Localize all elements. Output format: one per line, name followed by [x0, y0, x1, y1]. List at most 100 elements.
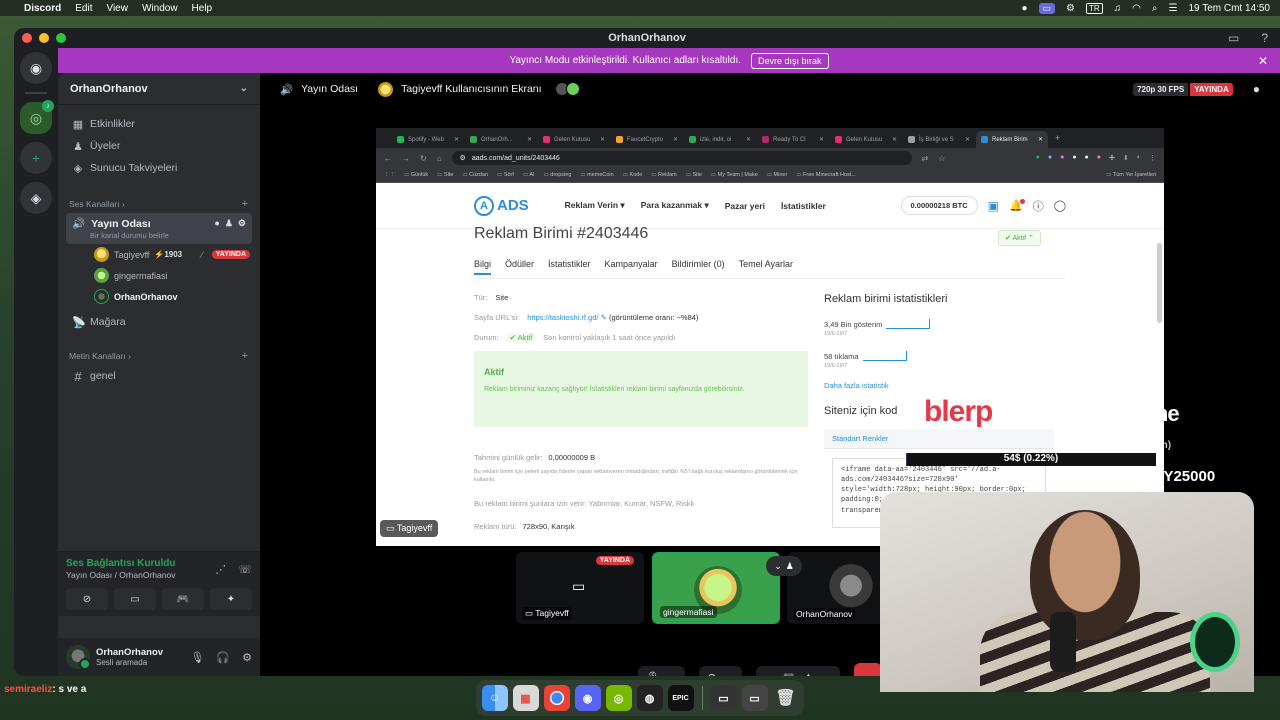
close-tab-icon[interactable]: ✕ [527, 136, 532, 143]
channel-status[interactable]: Bir kanal durumu belirle [72, 231, 246, 240]
nav-advertise[interactable]: Reklam Verin ▾ [565, 200, 625, 211]
voice-user-orhanorhanov[interactable]: OrhanOrhanov [58, 286, 260, 307]
chevron-down-icon[interactable]: ⌄ [724, 671, 733, 677]
menu-app-discord[interactable]: Discord [24, 3, 61, 14]
browser-tab[interactable]: FaucetCrypto ✕ [611, 131, 683, 148]
wifi-icon[interactable]: ◠ [1132, 3, 1141, 14]
extension-icon[interactable]: ● [1072, 154, 1076, 162]
browser-tab[interactable]: İş Birliği ve S ✕ [903, 131, 975, 148]
menu-help[interactable]: Help [192, 3, 213, 14]
discover-icon[interactable]: ◈ [20, 182, 52, 214]
browser-tab[interactable]: Gelen Kutusu ✕ [538, 131, 610, 148]
user-avatar[interactable] [66, 645, 91, 670]
extension-icon[interactable]: ● [1036, 154, 1040, 162]
live-badge[interactable]: YAYINDA [211, 250, 250, 259]
menu-edit[interactable]: Edit [75, 3, 92, 14]
tab-basic-settings[interactable]: Temel Ayarlar [739, 259, 793, 275]
close-tab-icon[interactable]: ✕ [454, 136, 459, 143]
headphones-icon[interactable]: ♫ [1114, 3, 1122, 14]
activity-icon[interactable]: 🎮 [782, 671, 796, 677]
menubar-clock[interactable]: 19 Tem Cmt 14:50 [1188, 3, 1270, 14]
disable-streamer-mode-button[interactable]: Devre dışı bırak [751, 52, 829, 69]
disconnect-button[interactable] [853, 663, 882, 676]
add-voice-channel-icon[interactable]: + [242, 198, 248, 210]
browser-tab[interactable]: Ready To Cl ✕ [757, 131, 829, 148]
bookmark-item[interactable]: Günlük [404, 172, 428, 178]
edit-pencil-icon[interactable]: ✎ [601, 313, 607, 322]
browser-tab[interactable]: Gelen Kutusu ✕ [830, 131, 902, 148]
nav-events[interactable]: ▦ Etkinlikler [66, 113, 252, 135]
browser-menu-icon[interactable]: ⋮ [1149, 154, 1156, 162]
back-icon[interactable]: ← [384, 154, 392, 163]
wallet-icon[interactable]: ▣ [988, 199, 999, 213]
shared-screen-browser[interactable]: Spotify - Web ✕ OrhanOrh... ✕ Gelen Kutusu… [376, 128, 1164, 546]
user-name[interactable]: OrhanOrhanov [96, 647, 163, 658]
disconnect-icon[interactable]: ☏ [238, 563, 252, 576]
add-server-icon[interactable]: + [20, 142, 52, 174]
bookmark-item[interactable]: AI [523, 172, 534, 178]
chrome-icon[interactable] [543, 685, 570, 711]
bookmark-item[interactable]: memeCoin [580, 172, 614, 178]
stage-channel-magara[interactable]: 📡 Mağara [66, 311, 252, 333]
btc-balance[interactable]: 0.00000218 BTC [900, 196, 978, 215]
tab-notifications[interactable]: Bildirimler (0) [672, 259, 725, 275]
aads-logo[interactable]: A ADS [474, 195, 529, 216]
viewer-avatars[interactable] [554, 82, 580, 96]
close-tab-icon[interactable]: ✕ [1038, 136, 1043, 143]
bookmark-item[interactable]: Reklam [651, 172, 677, 178]
participant-tile-gingermafiasi[interactable]: gingermafiasi [652, 552, 780, 624]
microphone-icon[interactable]: 🎙 [646, 671, 660, 677]
discord-home-icon[interactable]: ◉ [20, 52, 52, 84]
download-icon[interactable]: ⬇ [1123, 154, 1129, 162]
mic-control[interactable]: 🎙⌄ [638, 665, 686, 677]
trash-icon[interactable]: 🗑 [773, 685, 799, 711]
add-text-channel-icon[interactable]: + [242, 350, 248, 362]
discord-icon[interactable]: ◉ [574, 685, 601, 711]
translate-icon[interactable]: ⇄ [922, 154, 929, 163]
bookmark-item[interactable]: dropsieg [544, 172, 571, 178]
tab-campaigns[interactable]: Kampanyalar [605, 259, 658, 275]
menu-view[interactable]: View [106, 3, 128, 14]
obs-icon[interactable]: ◍ [636, 685, 663, 711]
more-options-icon[interactable]: ⋯ [821, 671, 832, 677]
record-icon[interactable]: ● [1021, 3, 1027, 14]
close-tab-icon[interactable]: ✕ [965, 136, 970, 143]
browser-tab[interactable]: Spotify - Web ✕ [392, 131, 464, 148]
nav-earn[interactable]: Para kazanmak ▾ [641, 200, 709, 211]
menu-window[interactable]: Window [142, 3, 178, 14]
page-url-link[interactable]: https://tasktoshi.rf.gd/ [527, 313, 598, 322]
extension-icon[interactable]: ● [1060, 154, 1064, 162]
new-tab-icon[interactable]: + [1049, 133, 1066, 143]
share-screen-button[interactable]: ▭ [114, 588, 156, 610]
all-bookmarks[interactable]: Tüm Yer İşaretleri [1106, 172, 1156, 178]
bookmark-item[interactable]: Miner [767, 172, 788, 178]
browser-tab-active[interactable]: Reklam Birim ✕ [976, 131, 1048, 148]
address-bar[interactable]: ⚙ aads.com/ad_units/2403446 [451, 151, 912, 165]
bookmark-item[interactable]: Site [437, 172, 453, 178]
chat-bubble-icon[interactable]: ● [214, 218, 219, 229]
inbox-icon[interactable]: ▭ [1228, 31, 1239, 45]
bookmark-item[interactable]: Cüzdan [462, 172, 488, 178]
chevron-down-icon[interactable]: ⌄ [240, 83, 248, 94]
nav-members[interactable]: ♟ Üyeler [66, 135, 252, 157]
browser-tab[interactable]: OrhanOrh... ✕ [465, 131, 537, 148]
participant-tile-tagiyevff[interactable]: YAYINDA ▭ ▭ Tagiyevff [516, 552, 644, 624]
chevron-down-icon[interactable]: ⌄ [668, 671, 677, 677]
page-scrollbar[interactable] [1157, 243, 1162, 323]
close-tab-icon[interactable]: ✕ [819, 136, 824, 143]
voice-channel-yayin-odasi[interactable]: 🔊 Yayın Odası ● ♟ ⚙ Bir kanal durumu bel… [66, 213, 252, 244]
camera-control[interactable]: ⊘⌄ [699, 665, 742, 677]
soundboard-icon[interactable]: ✦ [804, 671, 813, 677]
headphones-icon[interactable]: 🎧 [216, 651, 230, 664]
soundboard-button[interactable]: ✦ [210, 588, 252, 610]
chat-icon[interactable]: ● [1253, 82, 1260, 96]
noise-suppression-icon[interactable]: ⋰ [215, 563, 226, 576]
share-screen-icon[interactable]: ▭ [764, 671, 774, 677]
nav-statistics[interactable]: İstatistikler [781, 201, 826, 211]
close-tab-icon[interactable]: ✕ [600, 136, 605, 143]
epic-games-icon[interactable]: EPIC [667, 685, 694, 711]
close-tab-icon[interactable]: ✕ [673, 136, 678, 143]
code-tab-standard-colors[interactable]: Standart Renkler [824, 429, 1054, 449]
voice-connected-subtitle[interactable]: Yayın Odası / OrhanOrhanov [66, 570, 175, 580]
maximize-window-button[interactable] [56, 33, 66, 43]
